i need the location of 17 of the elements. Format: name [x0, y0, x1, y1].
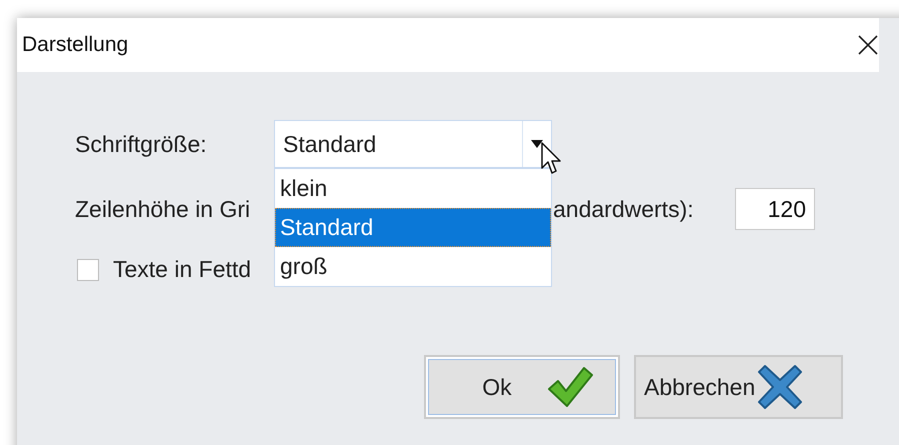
field-label: Zeilenhöhe in Gri — [75, 196, 252, 222]
line-height-field[interactable]: 120 — [735, 188, 815, 230]
field-label: Schriftgröße: — [75, 130, 208, 158]
caret-icon — [531, 140, 543, 148]
checkbox-label: Texte in Fettd — [113, 256, 252, 283]
font-size-dropdown[interactable]: Standard — [274, 120, 552, 168]
cross-icon — [757, 364, 804, 410]
field-label: andardwerts): — [553, 196, 695, 222]
cancel-button[interactable]: Abbrechen — [634, 355, 843, 419]
dropdown-option[interactable]: groß — [275, 247, 551, 286]
checkmark-icon — [546, 365, 594, 409]
dropdown-option[interactable]: Standard — [275, 208, 551, 247]
dropdown-option[interactable]: klein — [275, 169, 551, 208]
checkbox[interactable] — [77, 258, 99, 280]
close-icon[interactable] — [857, 34, 879, 56]
ok-button[interactable]: Ok — [424, 355, 620, 419]
window-title: Darstellung — [22, 33, 128, 57]
